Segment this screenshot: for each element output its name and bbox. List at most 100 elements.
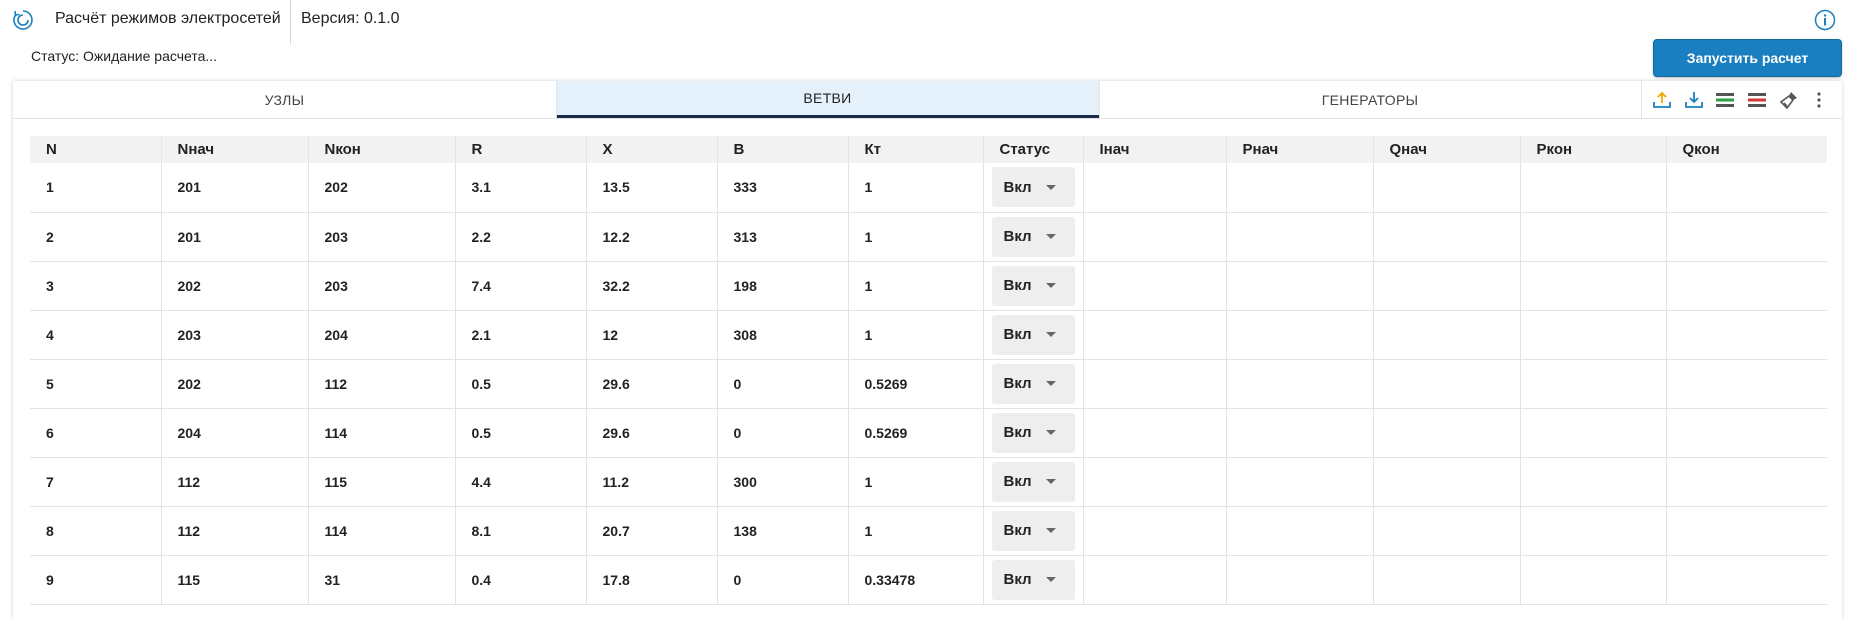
table-cell[interactable]: 112 — [160, 506, 308, 556]
table-cell[interactable]: 0 — [716, 359, 848, 409]
table-cell[interactable] — [1372, 457, 1520, 507]
table-cell[interactable]: 1 — [847, 506, 983, 556]
table-cell[interactable] — [1372, 555, 1520, 605]
table-cell[interactable]: 0.4 — [454, 555, 586, 605]
table-cell[interactable] — [1519, 212, 1666, 262]
status-cell[interactable]: Вкл — [982, 408, 1083, 458]
table-cell[interactable] — [1225, 359, 1373, 409]
table-cell[interactable] — [1519, 457, 1666, 507]
table-cell[interactable] — [1665, 506, 1827, 556]
table-cell[interactable]: 0.5 — [454, 359, 586, 409]
table-cell[interactable] — [1665, 261, 1827, 311]
table-cell[interactable] — [1665, 457, 1827, 507]
table-cell[interactable]: 1 — [847, 212, 983, 262]
column-header[interactable]: B — [716, 136, 848, 163]
table-cell[interactable]: 1 — [847, 163, 983, 213]
column-header[interactable]: Статус — [982, 136, 1083, 163]
table-cell[interactable]: 202 — [160, 359, 308, 409]
status-dropdown[interactable]: Вкл — [991, 167, 1075, 208]
table-cell[interactable] — [1225, 555, 1373, 605]
table-row[interactable]: 3 202 203 7.4 32.2 198 1 Вкл — [30, 261, 1827, 311]
table-cell[interactable]: 114 — [307, 506, 455, 556]
table-cell[interactable]: 333 — [716, 163, 848, 213]
table-cell[interactable] — [1082, 261, 1226, 311]
column-header[interactable]: Iнач — [1082, 136, 1226, 163]
table-row[interactable]: 5 202 112 0.5 29.6 0 0.5269 Вкл — [30, 359, 1827, 409]
delete-row-icon[interactable] — [1744, 87, 1770, 113]
table-cell[interactable]: 9 — [30, 555, 161, 605]
column-header[interactable]: Pнач — [1225, 136, 1373, 163]
table-cell[interactable]: 203 — [307, 261, 455, 311]
table-cell[interactable]: 203 — [160, 310, 308, 360]
column-header[interactable]: Nкон — [307, 136, 455, 163]
table-cell[interactable]: 12 — [585, 310, 717, 360]
table-cell[interactable]: 0 — [716, 408, 848, 458]
table-cell[interactable]: 32.2 — [585, 261, 717, 311]
table-cell[interactable]: 0.5 — [454, 408, 586, 458]
table-cell[interactable]: 17.8 — [585, 555, 717, 605]
column-header[interactable]: Qкон — [1665, 136, 1827, 163]
table-cell[interactable] — [1082, 310, 1226, 360]
table-row[interactable]: 6 204 114 0.5 29.6 0 0.5269 Вкл — [30, 408, 1827, 458]
table-cell[interactable]: 0.5269 — [847, 359, 983, 409]
table-cell[interactable]: 1 — [847, 261, 983, 311]
table-cell[interactable] — [1372, 310, 1520, 360]
table-cell[interactable]: 115 — [307, 457, 455, 507]
column-header[interactable]: Qнач — [1372, 136, 1520, 163]
table-cell[interactable]: 1 — [30, 163, 161, 213]
table-cell[interactable]: 29.6 — [585, 408, 717, 458]
table-cell[interactable]: 13.5 — [585, 163, 717, 213]
table-cell[interactable]: 112 — [307, 359, 455, 409]
table-row[interactable]: 2 201 203 2.2 12.2 313 1 Вкл — [30, 212, 1827, 262]
table-cell[interactable]: 7 — [30, 457, 161, 507]
table-cell[interactable] — [1082, 212, 1226, 262]
table-cell[interactable]: 313 — [716, 212, 848, 262]
status-dropdown[interactable]: Вкл — [991, 314, 1075, 355]
table-cell[interactable]: 198 — [716, 261, 848, 311]
table-cell[interactable] — [1665, 163, 1827, 213]
tab-nodes[interactable]: УЗЛЫ — [13, 81, 556, 118]
table-cell[interactable] — [1519, 163, 1666, 213]
status-dropdown[interactable]: Вкл — [991, 412, 1075, 453]
table-cell[interactable]: 12.2 — [585, 212, 717, 262]
table-cell[interactable] — [1519, 408, 1666, 458]
table-cell[interactable] — [1082, 408, 1226, 458]
table-cell[interactable] — [1665, 212, 1827, 262]
add-row-icon[interactable] — [1712, 87, 1738, 113]
status-cell[interactable]: Вкл — [982, 261, 1083, 311]
status-cell[interactable]: Вкл — [982, 457, 1083, 507]
table-cell[interactable]: 5 — [30, 359, 161, 409]
table-cell[interactable]: 11.2 — [585, 457, 717, 507]
table-cell[interactable]: 202 — [307, 163, 455, 213]
status-cell[interactable]: Вкл — [982, 359, 1083, 409]
table-cell[interactable] — [1519, 261, 1666, 311]
table-cell[interactable]: 0.5269 — [847, 408, 983, 458]
table-cell[interactable]: 3.1 — [454, 163, 586, 213]
table-cell[interactable] — [1372, 261, 1520, 311]
status-dropdown[interactable]: Вкл — [991, 559, 1075, 600]
table-cell[interactable]: 3 — [30, 261, 161, 311]
table-cell[interactable] — [1519, 359, 1666, 409]
table-cell[interactable] — [1372, 408, 1520, 458]
status-dropdown[interactable]: Вкл — [991, 216, 1075, 257]
table-cell[interactable]: 300 — [716, 457, 848, 507]
table-cell[interactable] — [1225, 261, 1373, 311]
table-cell[interactable] — [1082, 163, 1226, 213]
table-cell[interactable]: 4.4 — [454, 457, 586, 507]
table-cell[interactable] — [1372, 359, 1520, 409]
table-cell[interactable]: 204 — [160, 408, 308, 458]
status-cell[interactable]: Вкл — [982, 212, 1083, 262]
status-dropdown[interactable]: Вкл — [991, 510, 1075, 551]
table-cell[interactable]: 1 — [847, 310, 983, 360]
table-cell[interactable] — [1372, 506, 1520, 556]
table-row[interactable]: 7 112 115 4.4 11.2 300 1 Вкл — [30, 457, 1827, 507]
table-cell[interactable]: 114 — [307, 408, 455, 458]
clear-brush-icon[interactable] — [1776, 87, 1802, 113]
table-cell[interactable]: 6 — [30, 408, 161, 458]
table-cell[interactable] — [1082, 555, 1226, 605]
tab-branches[interactable]: ВЕТВИ — [556, 81, 1099, 118]
table-cell[interactable]: 7.4 — [454, 261, 586, 311]
table-cell[interactable] — [1519, 310, 1666, 360]
table-cell[interactable]: 8.1 — [454, 506, 586, 556]
table-cell[interactable]: 115 — [160, 555, 308, 605]
